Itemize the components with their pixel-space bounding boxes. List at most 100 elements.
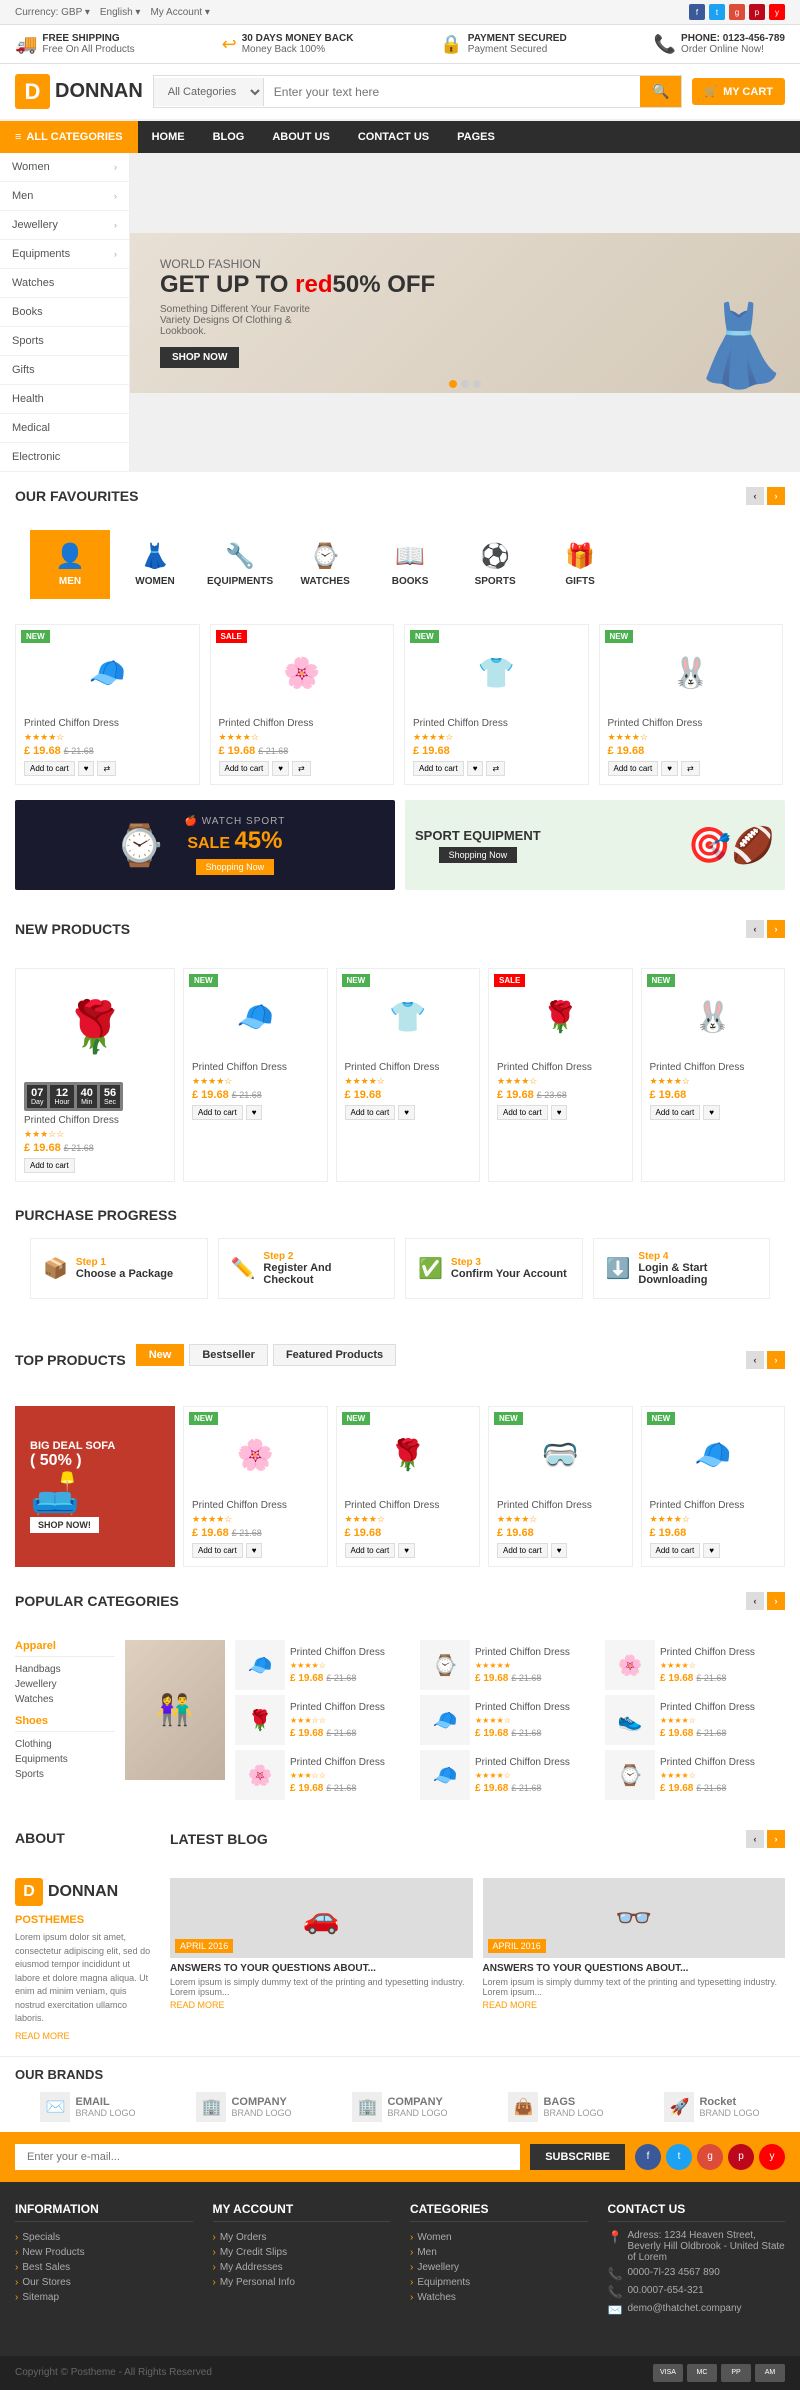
footer-cat-watches[interactable]: Watches bbox=[410, 2290, 588, 2305]
wishlist-button[interactable]: ♥ bbox=[551, 1543, 568, 1558]
fav-item-watches[interactable]: ⌚ WATCHES bbox=[285, 530, 365, 599]
sidebar-item-men[interactable]: Men› bbox=[0, 182, 129, 211]
add-to-cart-button[interactable]: Add to cart bbox=[497, 1105, 548, 1120]
sidebar-item-watches[interactable]: Watches bbox=[0, 269, 129, 298]
pop-cat-prev[interactable]: ‹ bbox=[746, 1592, 764, 1610]
pop-cat-item[interactable]: Clothing bbox=[15, 1737, 115, 1752]
twitter-icon[interactable]: t bbox=[709, 4, 725, 20]
footer-cat-equipments[interactable]: Equipments bbox=[410, 2275, 588, 2290]
footer-cat-men[interactable]: Men bbox=[410, 2245, 588, 2260]
brand-company-2[interactable]: 🏢 COMPANY BRAND LOGO bbox=[352, 2092, 447, 2122]
wishlist-button[interactable]: ♥ bbox=[661, 761, 678, 776]
nav-about[interactable]: ABOUT US bbox=[258, 121, 343, 153]
footer-cat-women[interactable]: Women bbox=[410, 2230, 588, 2245]
add-to-cart-button[interactable]: Add to cart bbox=[413, 761, 464, 776]
add-to-cart-button[interactable]: Add to cart bbox=[608, 761, 659, 776]
wishlist-button[interactable]: ♥ bbox=[398, 1105, 415, 1120]
favourites-prev[interactable]: ‹ bbox=[746, 487, 764, 505]
pop-cat-product-7[interactable]: 🌸 Printed Chiffon Dress ★★★☆☆ £ 19.68£ 2… bbox=[235, 1750, 415, 1800]
top-prev[interactable]: ‹ bbox=[746, 1351, 764, 1369]
footer-addresses[interactable]: My Addresses bbox=[213, 2260, 391, 2275]
wishlist-button[interactable]: ♥ bbox=[246, 1105, 263, 1120]
language-selector[interactable]: English ▾ bbox=[100, 7, 141, 18]
sidebar-item-health[interactable]: Health bbox=[0, 385, 129, 414]
add-to-cart-button[interactable]: Add to cart bbox=[192, 1543, 243, 1558]
brand-rocket[interactable]: 🚀 Rocket BRAND LOGO bbox=[664, 2092, 759, 2122]
fav-product-2[interactable]: SALE 🌸 Printed Chiffon Dress ★★★★☆ £ 19.… bbox=[210, 624, 395, 785]
pop-cat-product-5[interactable]: 🧢 Printed Chiffon Dress ★★★★☆ £ 19.68£ 2… bbox=[420, 1695, 600, 1745]
add-to-cart-button[interactable]: Add to cart bbox=[192, 1105, 243, 1120]
new-product-2[interactable]: NEW 👕 Printed Chiffon Dress ★★★★☆ £ 19.6… bbox=[336, 968, 481, 1182]
fav-item-sports[interactable]: ⚽ SPORTS bbox=[455, 530, 535, 599]
all-categories-toggle[interactable]: ≡ ALL CATEGORIES bbox=[0, 121, 138, 153]
search-input[interactable] bbox=[264, 78, 640, 106]
wishlist-button[interactable]: ♥ bbox=[246, 1543, 263, 1558]
compare-button[interactable]: ⇄ bbox=[681, 761, 700, 776]
newsletter-subscribe-button[interactable]: SUBSCRIBE bbox=[530, 2144, 625, 2170]
top-next[interactable]: › bbox=[767, 1351, 785, 1369]
sidebar-item-sports[interactable]: Sports bbox=[0, 327, 129, 356]
pop-cat-item[interactable]: Handbags bbox=[15, 1662, 115, 1677]
sidebar-item-electronic[interactable]: Electronic bbox=[0, 443, 129, 472]
top-product-2[interactable]: NEW 🌹 Printed Chiffon Dress ★★★★☆ £ 19.6… bbox=[336, 1406, 481, 1567]
hero-dot-2[interactable] bbox=[461, 380, 469, 388]
fav-item-equipments[interactable]: 🔧 EQUIPMENTS bbox=[200, 530, 280, 599]
pop-cat-item[interactable]: Equipments bbox=[15, 1752, 115, 1767]
footer-specials[interactable]: Specials bbox=[15, 2230, 193, 2245]
fav-product-3[interactable]: NEW 👕 Printed Chiffon Dress ★★★★☆ £ 19.6… bbox=[404, 624, 589, 785]
footer-new-products[interactable]: New Products bbox=[15, 2245, 193, 2260]
wishlist-button[interactable]: ♥ bbox=[703, 1543, 720, 1558]
pop-cat-product-9[interactable]: ⌚ Printed Chiffon Dress ★★★★☆ £ 19.68£ 2… bbox=[605, 1750, 785, 1800]
newsletter-facebook[interactable]: f bbox=[635, 2144, 661, 2170]
blog-next[interactable]: › bbox=[767, 1830, 785, 1848]
watch-shop-button[interactable]: Shopping Now bbox=[196, 859, 275, 875]
tab-featured[interactable]: Featured Products bbox=[273, 1344, 396, 1366]
currency-selector[interactable]: Currency: GBP ▾ bbox=[15, 7, 90, 18]
pop-cat-product-3[interactable]: 🌸 Printed Chiffon Dress ★★★★☆ £ 19.68£ 2… bbox=[605, 1640, 785, 1690]
pop-cat-item[interactable]: Sports bbox=[15, 1767, 115, 1782]
pinterest-icon[interactable]: p bbox=[749, 4, 765, 20]
new-product-1[interactable]: NEW 🧢 Printed Chiffon Dress ★★★★☆ £ 19.6… bbox=[183, 968, 328, 1182]
newsletter-pinterest[interactable]: p bbox=[728, 2144, 754, 2170]
wishlist-button[interactable]: ♥ bbox=[78, 761, 95, 776]
fav-item-men[interactable]: 👤 MEN bbox=[30, 530, 110, 599]
newsletter-youtube[interactable]: y bbox=[759, 2144, 785, 2170]
nav-pages[interactable]: PAGES bbox=[443, 121, 509, 153]
wishlist-button[interactable]: ♥ bbox=[398, 1543, 415, 1558]
nav-contact[interactable]: CONTACT US bbox=[344, 121, 443, 153]
sidebar-item-gifts[interactable]: Gifts bbox=[0, 356, 129, 385]
footer-our-stores[interactable]: Our Stores bbox=[15, 2275, 193, 2290]
pop-cat-product-4[interactable]: 🌹 Printed Chiffon Dress ★★★☆☆ £ 19.68£ 2… bbox=[235, 1695, 415, 1745]
sidebar-item-books[interactable]: Books bbox=[0, 298, 129, 327]
newsletter-google[interactable]: g bbox=[697, 2144, 723, 2170]
brand-company-1[interactable]: 🏢 COMPANY BRAND LOGO bbox=[196, 2092, 291, 2122]
fav-item-books[interactable]: 📖 BOOKS bbox=[370, 530, 450, 599]
tab-new[interactable]: New bbox=[136, 1344, 185, 1366]
nav-blog[interactable]: BLOG bbox=[199, 121, 259, 153]
youtube-icon[interactable]: y bbox=[769, 4, 785, 20]
about-read-more[interactable]: READ MORE bbox=[15, 2031, 155, 2041]
wishlist-button[interactable]: ♥ bbox=[467, 761, 484, 776]
new-product-4[interactable]: NEW 🐰 Printed Chiffon Dress ★★★★☆ £ 19.6… bbox=[641, 968, 786, 1182]
fav-product-4[interactable]: NEW 🐰 Printed Chiffon Dress ★★★★☆ £ 19.6… bbox=[599, 624, 784, 785]
hero-shop-now-button[interactable]: SHOP NOW bbox=[160, 347, 239, 368]
top-product-1[interactable]: NEW 🌸 Printed Chiffon Dress ★★★★☆ £ 19.6… bbox=[183, 1406, 328, 1567]
pop-cat-product-8[interactable]: 🧢 Printed Chiffon Dress ★★★★☆ £ 19.68£ 2… bbox=[420, 1750, 600, 1800]
new-product-3[interactable]: SALE 🌹 Printed Chiffon Dress ★★★★☆ £ 19.… bbox=[488, 968, 633, 1182]
pop-cat-product-6[interactable]: 👟 Printed Chiffon Dress ★★★★☆ £ 19.68£ 2… bbox=[605, 1695, 785, 1745]
hero-dot-3[interactable] bbox=[473, 380, 481, 388]
facebook-icon[interactable]: f bbox=[689, 4, 705, 20]
pop-cat-item[interactable]: Watches bbox=[15, 1692, 115, 1707]
pop-cat-product-2[interactable]: ⌚ Printed Chiffon Dress ★★★★★ £ 19.68£ 2… bbox=[420, 1640, 600, 1690]
nav-home[interactable]: HOME bbox=[138, 121, 199, 153]
hero-dot-1[interactable] bbox=[449, 380, 457, 388]
footer-credit-slips[interactable]: My Credit Slips bbox=[213, 2245, 391, 2260]
account-selector[interactable]: My Account ▾ bbox=[150, 7, 210, 18]
sidebar-item-equipments[interactable]: Equipments› bbox=[0, 240, 129, 269]
pop-cat-product-1[interactable]: 🧢 Printed Chiffon Dress ★★★★☆ £ 19.68£ 2… bbox=[235, 1640, 415, 1690]
add-to-cart-button[interactable]: Add to cart bbox=[24, 761, 75, 776]
wishlist-button[interactable]: ♥ bbox=[703, 1105, 720, 1120]
add-to-cart-button[interactable]: Add to cart bbox=[345, 1105, 396, 1120]
top-product-4[interactable]: NEW 🧢 Printed Chiffon Dress ★★★★☆ £ 19.6… bbox=[641, 1406, 786, 1567]
cart-button[interactable]: 🛒 MY CART bbox=[692, 78, 785, 105]
